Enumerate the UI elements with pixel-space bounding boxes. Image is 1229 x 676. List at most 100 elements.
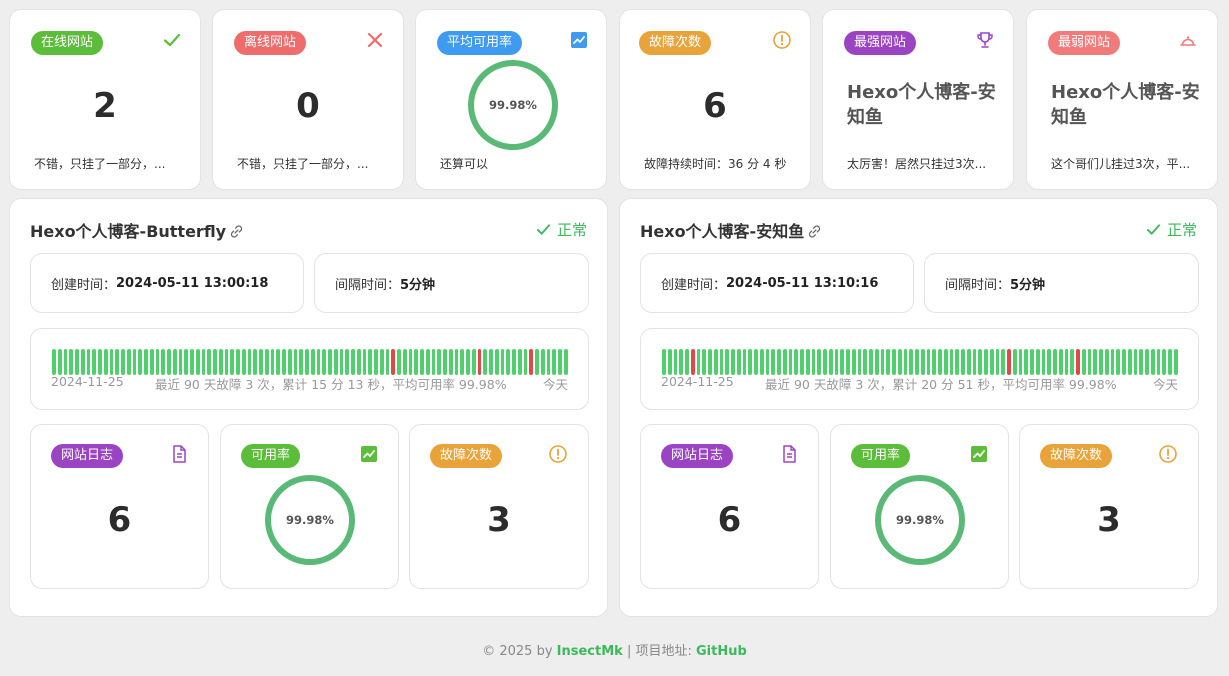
uptime-day-bar[interactable]: [523, 349, 528, 375]
uptime-day-bar[interactable]: [368, 349, 372, 375]
uptime-day-bar[interactable]: [558, 349, 562, 375]
uptime-day-bar[interactable]: [777, 349, 781, 375]
uptime-day-bar[interactable]: [356, 349, 361, 375]
uptime-day-bar[interactable]: [506, 349, 510, 375]
uptime-day-bar[interactable]: [1162, 349, 1166, 375]
uptime-day-bar[interactable]: [362, 349, 367, 375]
uptime-day-bar[interactable]: [287, 349, 292, 375]
uptime-day-bar[interactable]: [788, 349, 793, 375]
uptime-day-bar[interactable]: [121, 349, 125, 375]
uptime-day-bar[interactable]: [1133, 349, 1138, 375]
uptime-day-bar[interactable]: [310, 349, 315, 375]
uptime-day-bar[interactable]: [276, 349, 280, 375]
uptime-day-bar[interactable]: [811, 349, 816, 375]
uptime-day-bar[interactable]: [448, 349, 453, 375]
uptime-day-bar[interactable]: [1058, 349, 1063, 375]
uptime-day-bar[interactable]: [794, 349, 798, 375]
uptime-day-bar[interactable]: [713, 349, 718, 375]
uptime-day-bar[interactable]: [679, 349, 683, 375]
uptime-day-bar[interactable]: [92, 349, 96, 375]
uptime-day-bar[interactable]: [702, 349, 706, 375]
uptime-day-bar[interactable]: [517, 349, 522, 375]
uptime-day-bar[interactable]: [80, 349, 85, 375]
uptime-day-bar[interactable]: [1104, 349, 1109, 375]
uptime-day-bar[interactable]: [540, 349, 545, 375]
site-title-link[interactable]: Hexo个人博客-Butterfly: [30, 218, 244, 243]
uptime-day-bar[interactable]: [1035, 349, 1040, 375]
uptime-day-bar[interactable]: [938, 349, 942, 375]
uptime-day-bar[interactable]: [172, 349, 177, 375]
uptime-day-bar[interactable]: [1001, 349, 1005, 375]
uptime-day-bar[interactable]: [1116, 349, 1120, 375]
uptime-day-bar[interactable]: [1024, 349, 1028, 375]
uptime-day-bar-down[interactable]: [690, 349, 695, 375]
uptime-day-bar-down[interactable]: [477, 349, 482, 375]
uptime-day-bar[interactable]: [86, 349, 91, 375]
uptime-day-bar[interactable]: [195, 349, 200, 375]
uptime-day-bar[interactable]: [264, 349, 269, 375]
uptime-day-bar[interactable]: [1145, 349, 1149, 375]
uptime-day-bar[interactable]: [1070, 349, 1074, 375]
uptime-day-bar[interactable]: [218, 349, 223, 375]
uptime-day-bar[interactable]: [466, 349, 470, 375]
uptime-day-bar[interactable]: [1127, 349, 1132, 375]
uptime-day-bar-down[interactable]: [1076, 349, 1080, 375]
uptime-day-bar[interactable]: [420, 349, 424, 375]
author-link[interactable]: InsectMk: [557, 644, 623, 659]
uptime-day-bar[interactable]: [374, 349, 378, 375]
uptime-day-bar[interactable]: [892, 349, 896, 375]
uptime-day-bar[interactable]: [782, 349, 787, 375]
uptime-day-bar[interactable]: [966, 349, 971, 375]
uptime-day-bar[interactable]: [471, 349, 476, 375]
uptime-day-bar[interactable]: [765, 349, 770, 375]
uptime-day-bar[interactable]: [149, 349, 154, 375]
uptime-day-bar[interactable]: [874, 349, 879, 375]
uptime-day-bar[interactable]: [155, 349, 160, 375]
uptime-day-bar[interactable]: [817, 349, 821, 375]
uptime-day-bar[interactable]: [282, 349, 286, 375]
uptime-day-bar[interactable]: [972, 349, 977, 375]
uptime-day-bar[interactable]: [846, 349, 850, 375]
uptime-day-bar[interactable]: [178, 349, 183, 375]
uptime-day-bar[interactable]: [1093, 349, 1097, 375]
uptime-day-bar[interactable]: [886, 349, 890, 375]
site-title-link[interactable]: Hexo个人博客-安知鱼: [640, 218, 822, 243]
uptime-day-bar-down[interactable]: [529, 349, 533, 375]
uptime-day-bar[interactable]: [748, 349, 752, 375]
uptime-day-bar[interactable]: [138, 349, 142, 375]
uptime-day-bar[interactable]: [805, 349, 810, 375]
uptime-day-bar[interactable]: [708, 349, 712, 375]
uptime-day-bar[interactable]: [109, 349, 114, 375]
uptime-day-bar[interactable]: [989, 349, 994, 375]
uptime-day-bar[interactable]: [995, 349, 1000, 375]
uptime-day-bar[interactable]: [863, 349, 867, 375]
uptime-day-bar[interactable]: [1064, 349, 1069, 375]
uptime-day-bar[interactable]: [437, 349, 441, 375]
uptime-day-bar[interactable]: [75, 349, 79, 375]
uptime-day-bar[interactable]: [823, 349, 827, 375]
uptime-day-bar[interactable]: [201, 349, 206, 375]
uptime-day-bar[interactable]: [736, 349, 741, 375]
uptime-day-bar[interactable]: [920, 349, 925, 375]
uptime-day-bar[interactable]: [241, 349, 246, 375]
uptime-day-bar[interactable]: [305, 349, 309, 375]
uptime-day-bar[interactable]: [949, 349, 954, 375]
uptime-day-bar[interactable]: [379, 349, 384, 375]
uptime-day-bar[interactable]: [402, 349, 407, 375]
uptime-day-bar[interactable]: [880, 349, 885, 375]
uptime-day-bar[interactable]: [408, 349, 413, 375]
uptime-day-bar[interactable]: [731, 349, 735, 375]
uptime-day-bar[interactable]: [259, 349, 263, 375]
uptime-day-bar[interactable]: [1173, 349, 1178, 375]
uptime-day-bar-down[interactable]: [391, 349, 395, 375]
site-log-card[interactable]: 网站日志 6: [640, 424, 819, 589]
uptime-day-bar[interactable]: [207, 349, 211, 375]
uptime-day-bar[interactable]: [869, 349, 873, 375]
uptime-day-bar[interactable]: [909, 349, 913, 375]
uptime-day-bar[interactable]: [903, 349, 908, 375]
uptime-day-bar[interactable]: [316, 349, 321, 375]
uptime-day-bar[interactable]: [667, 349, 672, 375]
uptime-day-bar[interactable]: [213, 349, 217, 375]
uptime-day-bar[interactable]: [460, 349, 464, 375]
uptime-day-bar[interactable]: [132, 349, 137, 375]
